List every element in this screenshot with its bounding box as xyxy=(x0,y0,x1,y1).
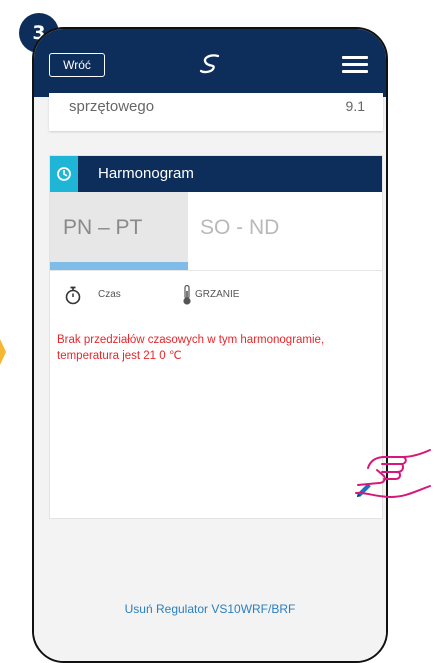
hamburger-icon[interactable] xyxy=(342,56,368,74)
s-logo-icon[interactable] xyxy=(196,52,224,76)
orange-arrow-tip xyxy=(0,339,6,365)
thermometer-icon xyxy=(183,284,191,305)
tab-weekend-label: SO - ND xyxy=(200,216,280,239)
tab-weekdays[interactable]: PN – PT xyxy=(50,192,188,270)
stopwatch-icon xyxy=(65,286,81,305)
hardware-version-value: 9.1 xyxy=(345,98,365,114)
schedule-legend: Czas GRZANIE xyxy=(63,284,363,308)
schedule-tabs: PN – PT SO - ND xyxy=(50,192,382,270)
phone-frame: Wróć sprzętowego 9.1 Harmonogram PN – PT… xyxy=(32,27,388,663)
active-tab-indicator xyxy=(50,262,188,270)
schedule-title: Harmonogram xyxy=(98,165,194,182)
tab-weekend[interactable]: SO - ND xyxy=(188,192,308,270)
clock-icon xyxy=(57,167,71,181)
hardware-version-label: sprzętowego xyxy=(69,98,155,115)
tab-weekdays-label: PN – PT xyxy=(63,216,143,239)
no-intervals-message: Brak przedziałów czasowych w tym harmono… xyxy=(57,334,325,362)
content-area: sprzętowego 9.1 Harmonogram PN – PT SO -… xyxy=(34,93,386,661)
schedule-card: Harmonogram PN – PT SO - ND Czas GRZANIE… xyxy=(49,155,383,519)
time-label: Czas xyxy=(98,289,121,300)
tabs-divider xyxy=(50,270,382,271)
pointing-hand-icon xyxy=(355,449,431,498)
schedule-header: Harmonogram xyxy=(50,156,382,192)
hardware-version-card: sprzętowego 9.1 xyxy=(49,93,383,131)
remove-device-link[interactable]: Usuń Regulator VS10WRF/BRF xyxy=(34,602,386,616)
top-bar: Wróć xyxy=(34,29,386,97)
back-button[interactable]: Wróć xyxy=(49,53,105,77)
schedule-icon-box xyxy=(50,156,78,192)
heating-label: GRZANIE xyxy=(195,289,240,300)
